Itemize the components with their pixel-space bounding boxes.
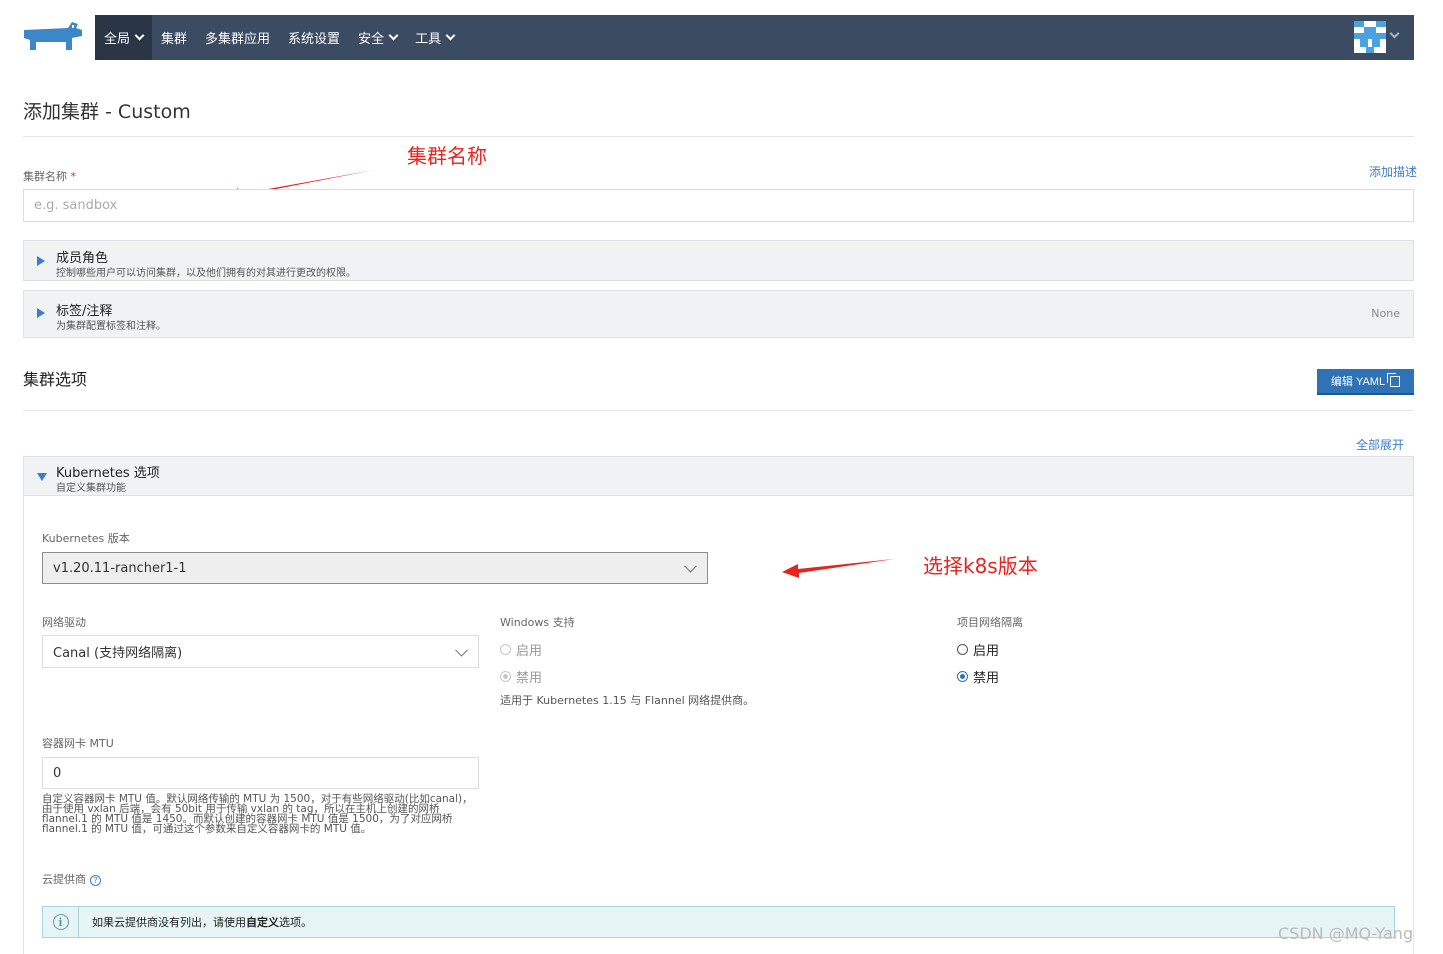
chevron-down-icon (684, 559, 697, 573)
cluster-options-title: 集群选项 (23, 370, 88, 389)
windows-disable-radio[interactable]: 禁用 (500, 667, 542, 686)
isolation-disable-radio[interactable]: 禁用 (957, 667, 999, 686)
windows-help-text: 适用于 Kubernetes 1.15 与 Flannel 网络提供商。 (500, 694, 755, 707)
info-icon: i (52, 914, 69, 930)
help-question-icon[interactable]: ? (90, 874, 101, 886)
top-nav: 全局 集群 多集群应用 系统设置 安全 工具 (95, 15, 1414, 60)
network-driver-select[interactable]: Canal (支持网络隔离) (42, 635, 479, 668)
add-description-link[interactable]: 添加描述 (1369, 163, 1417, 180)
accordion-member-roles[interactable]: 成员角色 控制哪些用户可以访问集群，以及他们拥有的对其进行更改的权限。 (23, 240, 1414, 281)
copy-icon (1387, 372, 1401, 387)
mtu-help-text: 自定义容器网卡 MTU 值。默认网络传输的 MTU 为 1500，对于有些网络驱… (42, 793, 473, 835)
chevron-down-icon (134, 30, 145, 41)
nav-global[interactable]: 全局 (95, 15, 153, 60)
chevron-down-icon (455, 643, 468, 657)
cluster-name-label: 集群名称 * (23, 170, 76, 183)
chevron-down-icon (388, 30, 399, 41)
k8s-version-select[interactable]: v1.20.11-rancher1-1 (42, 552, 708, 584)
accordion-labels-annotations[interactable]: 标签/注释 为集群配置标签和注释。 None (23, 290, 1414, 338)
windows-enable-radio[interactable]: 启用 (500, 640, 542, 659)
nav-security[interactable]: 安全 (349, 15, 406, 60)
watermark: CSDN @MQ-Yang (1278, 924, 1414, 943)
cloud-provider-label: 云提供商? (42, 871, 101, 887)
network-isolation-label: 项目网络隔离 (957, 616, 1023, 629)
mtu-input[interactable]: 0 (42, 757, 479, 789)
divider (23, 410, 1414, 411)
k8s-version-label: Kubernetes 版本 (42, 532, 130, 545)
user-avatar[interactable] (1354, 21, 1386, 53)
chevron-down-icon[interactable] (1389, 28, 1400, 39)
nav-settings[interactable]: 系统设置 (279, 15, 349, 60)
divider (23, 136, 1414, 137)
red-arrow-icon (782, 559, 894, 578)
expand-all-link[interactable]: 全部展开 (1356, 436, 1404, 453)
chevron-down-icon (445, 30, 456, 41)
edit-yaml-button[interactable]: 编辑 YAML (1317, 369, 1414, 395)
nav-multi-cluster-apps[interactable]: 多集群应用 (196, 15, 279, 60)
collapse-triangle-icon (37, 473, 47, 481)
rancher-logo-icon[interactable] (22, 22, 84, 52)
cluster-name-input[interactable]: e.g. sandbox (23, 189, 1414, 222)
annotation-k8s-version: 选择k8s版本 (923, 554, 1038, 578)
annotation-cluster-name: 集群名称 (407, 144, 487, 168)
expand-triangle-icon (37, 308, 45, 318)
page-title: 添加集群 - Custom (23, 101, 191, 123)
windows-support-label: Windows 支持 (500, 616, 575, 629)
nav-clusters[interactable]: 集群 (152, 15, 196, 60)
nav-tools[interactable]: 工具 (406, 15, 463, 60)
accordion-kubernetes-options[interactable]: Kubernetes 选项 自定义集群功能 (23, 456, 1414, 496)
cloud-provider-info-banner: i 如果云提供商没有列出，请使用 自定义 选项。 (42, 906, 1395, 938)
network-driver-label: 网络驱动 (42, 616, 86, 629)
mtu-label: 容器网卡 MTU (42, 737, 114, 750)
isolation-enable-radio[interactable]: 启用 (957, 640, 999, 659)
expand-triangle-icon (37, 256, 45, 266)
